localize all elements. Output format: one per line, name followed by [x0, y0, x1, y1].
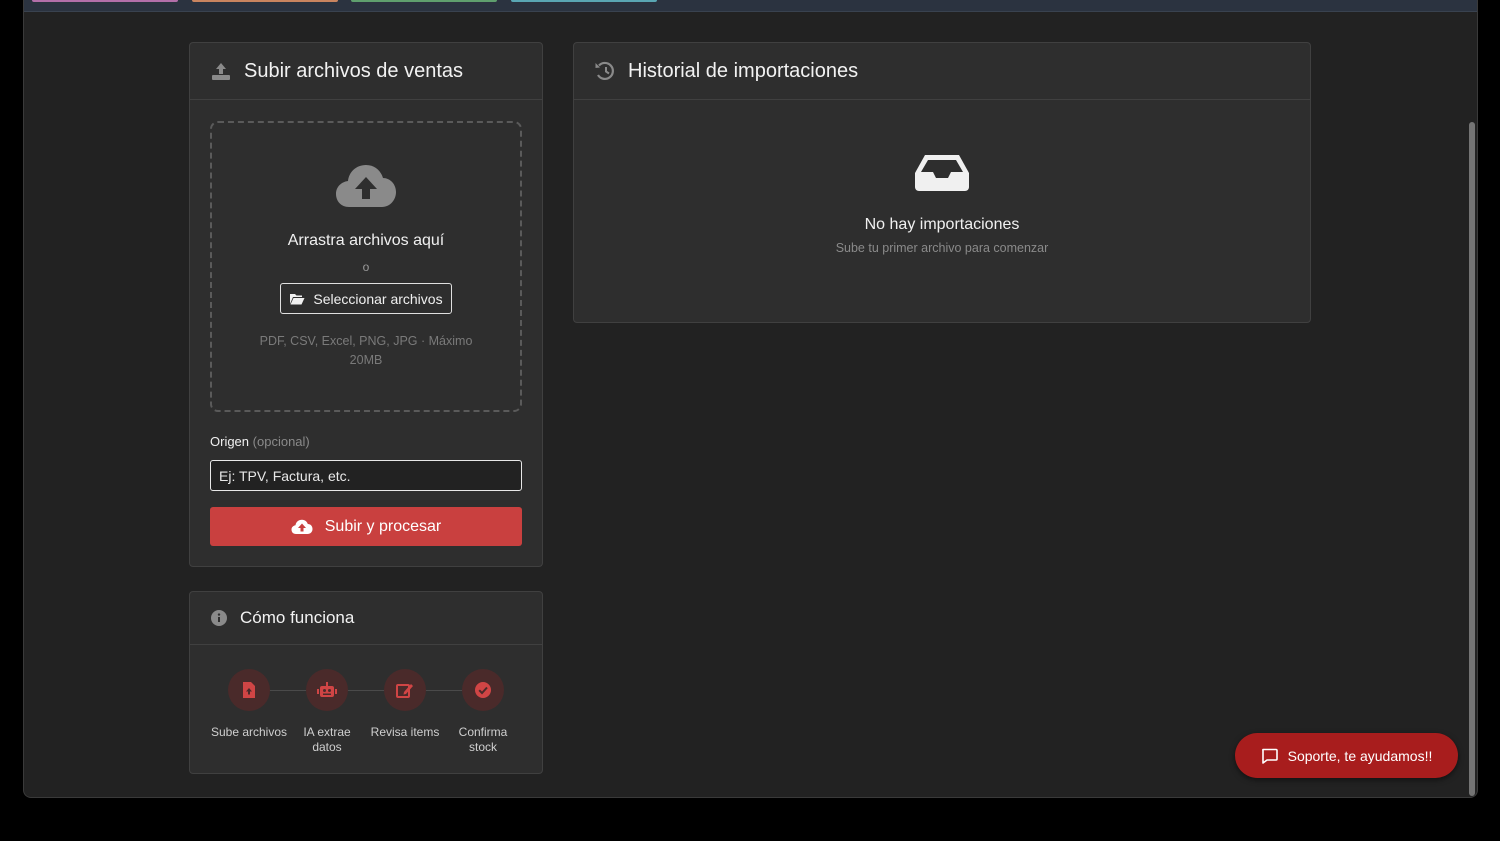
dropzone-or: o [362, 260, 370, 274]
dropzone-hint: PDF, CSV, Excel, PNG, JPG · Máximo 20MB [259, 334, 473, 367]
empty-title: No hay importaciones [864, 216, 1020, 233]
how-it-works-card: Cómo funciona Sube archivos IA extrae da… [189, 591, 543, 774]
history-card-header: Historial de importaciones [574, 43, 1310, 100]
robot-icon [306, 669, 348, 711]
step-label: Confirma stock [458, 725, 508, 754]
dropzone-title: Arrastra archivos aquí [287, 232, 445, 249]
scrollbar[interactable] [1469, 122, 1475, 796]
check-circle-icon [462, 669, 504, 711]
how-it-works-header: Cómo funciona [190, 592, 542, 645]
how-it-works-title: Cómo funciona [240, 608, 355, 627]
step-review: Revisa items [365, 669, 445, 740]
cloud-upload-icon [291, 519, 313, 535]
step-label: Sube archivos [210, 725, 288, 739]
upload-card: Subir archivos de ventas Arrastra archiv… [189, 42, 543, 567]
origin-input[interactable] [210, 460, 522, 491]
top-nav-strip [24, 0, 1477, 12]
origin-label-text: Origen [210, 434, 250, 449]
chat-icon [1261, 748, 1278, 764]
history-card: Historial de importaciones No hay import… [573, 42, 1311, 323]
origin-label: Origen (opcional) [210, 434, 310, 449]
step-extract: IA extrae datos [287, 669, 367, 755]
file-upload-icon [228, 669, 270, 711]
steps-row: Sube archivos IA extrae datos Revisa ite… [190, 645, 542, 773]
empty-subtitle: Sube tu primer archivo para comenzar [835, 241, 1049, 255]
step-confirm: Confirma stock [443, 669, 523, 755]
inbox-icon [914, 154, 970, 192]
info-icon [210, 607, 228, 629]
support-button[interactable]: Soporte, te ayudamos!! [1235, 733, 1458, 778]
support-label: Soporte, te ayudamos!! [1287, 747, 1433, 764]
history-empty-state: No hay importaciones Sube tu primer arch… [574, 100, 1310, 255]
nav-tab-indicator[interactable] [351, 0, 497, 2]
step-upload: Sube archivos [209, 669, 289, 740]
nav-tab-indicator[interactable] [192, 0, 338, 2]
upload-card-title: Subir archivos de ventas [244, 59, 464, 82]
dropzone[interactable]: Arrastra archivos aquí o Seleccionar arc… [210, 121, 522, 412]
nav-tab-indicator[interactable] [32, 0, 178, 2]
nav-tab-indicator[interactable] [511, 0, 657, 2]
history-card-title: Historial de importaciones [628, 59, 859, 82]
select-files-button[interactable]: Seleccionar archivos [280, 283, 452, 314]
upload-icon [210, 60, 232, 82]
folder-open-icon [289, 293, 305, 305]
cloud-upload-icon [335, 163, 397, 214]
edit-icon [384, 669, 426, 711]
step-label: Revisa items [370, 725, 440, 739]
upload-card-header: Subir archivos de ventas [190, 43, 542, 100]
select-files-label: Seleccionar archivos [313, 290, 443, 307]
submit-label: Subir y procesar [324, 517, 442, 535]
origin-optional: (opcional) [252, 434, 310, 449]
submit-button[interactable]: Subir y procesar [210, 507, 522, 546]
step-label: IA extrae datos [303, 725, 351, 754]
history-icon [594, 60, 616, 82]
